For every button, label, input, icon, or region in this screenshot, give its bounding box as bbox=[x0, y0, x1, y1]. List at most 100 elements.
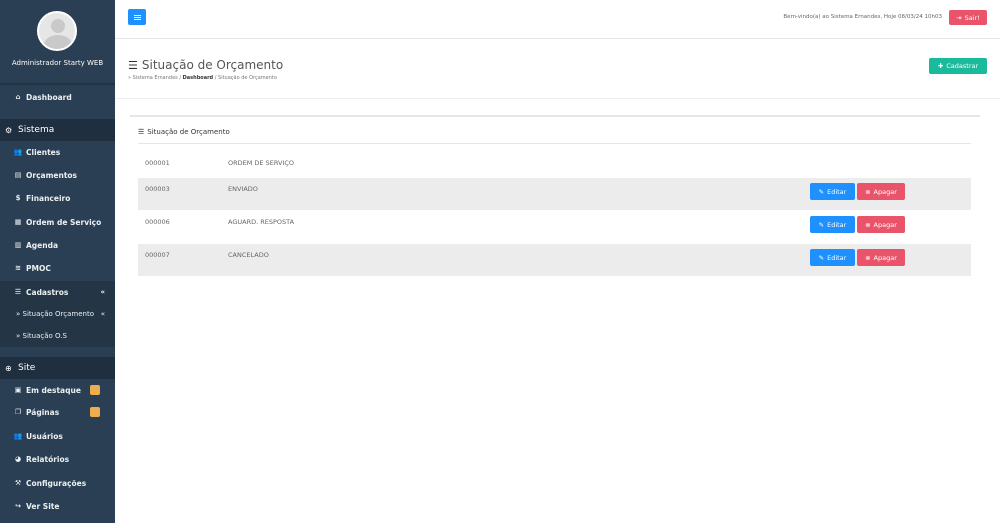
delete-label: Apagar bbox=[873, 253, 897, 262]
row-id: 000003 bbox=[145, 185, 170, 193]
sidebar-item-agenda[interactable]: ▥ Agenda bbox=[0, 234, 115, 256]
sidebar-item-label: Orçamentos bbox=[26, 170, 78, 180]
users-icon: 👥 bbox=[13, 148, 23, 156]
edit-label: Editar bbox=[827, 220, 847, 229]
sidebar-item-label: Cadastros bbox=[26, 287, 69, 297]
delete-label: Apagar bbox=[873, 187, 897, 196]
count-badge bbox=[90, 385, 100, 395]
sidebar-item-pmoc[interactable]: ≋ PMOC bbox=[0, 257, 115, 279]
sidebar-item-cadastros[interactable]: ☰ Cadastros « bbox=[0, 281, 115, 303]
plus-icon: ✚ bbox=[937, 62, 944, 70]
section-site: ⊕ Site bbox=[0, 357, 115, 379]
sidebar-item-label: Financeiro bbox=[26, 193, 71, 203]
pages-icon: ❐ bbox=[14, 408, 22, 416]
profile-name: Administrador Starty WEB bbox=[11, 59, 104, 67]
row-name: CANCELADO bbox=[228, 251, 269, 259]
delete-button[interactable]: ⊗ Apagar bbox=[857, 183, 905, 200]
welcome-text: Bem-vindo(a) ao Sistema Ernandes, Hoje 0… bbox=[783, 14, 942, 20]
chevron-left-icon: « bbox=[100, 310, 105, 318]
sidebar: Administrador Starty WEB ⌂ Dashboard ⚙ S… bbox=[0, 0, 115, 523]
avatar[interactable] bbox=[37, 11, 77, 51]
list-icon: ☰ bbox=[138, 128, 145, 136]
wrench-icon: ⚒ bbox=[14, 479, 22, 487]
logout-icon: ⇥ bbox=[956, 13, 962, 22]
row-id: 000007 bbox=[145, 251, 170, 259]
sidebar-item-label: Usuários bbox=[26, 431, 63, 441]
top-bar: Bem-vindo(a) ao Sistema Ernandes, Hoje 0… bbox=[115, 0, 1000, 39]
money-icon: $ bbox=[15, 194, 21, 202]
section-label: Sistema bbox=[18, 125, 55, 135]
sidebar-item-label: Relatórios bbox=[26, 454, 70, 464]
breadcrumb-current: Situação de Orçamento bbox=[218, 75, 277, 81]
hamburger-icon bbox=[133, 14, 141, 20]
edit-label: Editar bbox=[827, 253, 847, 262]
row-name: AGUARD. RESPOSTA bbox=[228, 218, 295, 226]
delete-button[interactable]: ⊗ Apagar bbox=[857, 249, 905, 266]
row-name: ENVIADO bbox=[228, 185, 258, 193]
pencil-icon: ✎ bbox=[818, 187, 825, 196]
calendar-icon: ▥ bbox=[14, 241, 22, 249]
breadcrumb: » Sistema Ernandes / Dashboard / Situaçã… bbox=[128, 75, 277, 81]
page-title: ☰ Situação de Orçamento bbox=[128, 58, 283, 72]
list-icon: ☰ bbox=[14, 288, 22, 296]
edit-button[interactable]: ✎ Editar bbox=[810, 216, 855, 233]
sidebar-item-label: Ordem de Serviço bbox=[26, 217, 102, 227]
image-icon: ▣ bbox=[14, 386, 22, 394]
sidebar-item-label: PMOC bbox=[26, 263, 51, 273]
delete-label: Apagar bbox=[873, 220, 897, 229]
edit-button[interactable]: ✎ Editar bbox=[810, 249, 855, 266]
sidebar-item-ver-site[interactable]: ↪ Ver Site bbox=[0, 495, 115, 517]
add-button[interactable]: ✚ Cadastrar bbox=[929, 58, 987, 74]
delete-button[interactable]: ⊗ Apagar bbox=[857, 216, 905, 233]
count-badge bbox=[90, 407, 100, 417]
sidebar-item-clientes[interactable]: 👥 Clientes bbox=[0, 141, 115, 163]
table-row: 000006 AGUARD. RESPOSTA ✎ Editar ⊗ Apaga… bbox=[138, 211, 971, 243]
sidebar-divider bbox=[0, 83, 115, 85]
sidebar-item-label: Configurações bbox=[26, 478, 87, 488]
breadcrumb-root[interactable]: » Sistema Ernandes bbox=[128, 75, 178, 81]
pie-chart-icon: ◕ bbox=[14, 455, 22, 463]
sidebar-item-financeiro[interactable]: $ Financeiro bbox=[0, 187, 115, 209]
logout-button[interactable]: ⇥ Sair! bbox=[949, 10, 987, 25]
sidebar-item-ordem-servico[interactable]: ▦ Ordem de Serviço bbox=[0, 211, 115, 233]
situacao-panel: ☰ Situação de Orçamento 000001 ORDEM DE … bbox=[130, 115, 980, 285]
edit-button[interactable]: ✎ Editar bbox=[810, 183, 855, 200]
sidebar-item-label: Páginas bbox=[26, 407, 60, 417]
sidebar-subitem-label: » Situação Orçamento bbox=[16, 310, 94, 318]
pencil-icon: ✎ bbox=[818, 253, 825, 262]
sidebar-item-relatorios[interactable]: ◕ Relatórios bbox=[0, 448, 115, 470]
sidebar-item-dashboard[interactable]: ⌂ Dashboard bbox=[0, 86, 115, 108]
doc-icon: ▦ bbox=[14, 218, 22, 226]
logout-label: Sair! bbox=[964, 13, 980, 22]
sidebar-item-label: Agenda bbox=[26, 240, 59, 250]
panel-title-text: Situação de Orçamento bbox=[147, 128, 230, 136]
row-id: 000006 bbox=[145, 218, 170, 226]
sidebar-item-usuarios[interactable]: 👥 Usuários bbox=[0, 425, 115, 447]
sidebar-item-label: Em destaque bbox=[26, 385, 81, 395]
profile: Administrador Starty WEB bbox=[0, 0, 115, 82]
row-name: ORDEM DE SERVIÇO bbox=[228, 159, 295, 167]
gear-icon: ⚙ bbox=[5, 125, 13, 135]
panel-divider bbox=[138, 143, 971, 144]
table-row: 000003 ENVIADO ✎ Editar ⊗ Apagar bbox=[138, 178, 971, 210]
list-icon: ☰ bbox=[128, 58, 138, 72]
panel-title: ☰ Situação de Orçamento bbox=[138, 128, 230, 136]
sidebar-item-em-destaque[interactable]: ▣ Em destaque bbox=[0, 379, 115, 401]
chevron-left-icon: « bbox=[100, 288, 105, 296]
share-icon: ↪ bbox=[15, 502, 21, 510]
sidebar-item-paginas[interactable]: ❐ Páginas bbox=[0, 401, 115, 423]
sidebar-item-label: Ver Site bbox=[26, 501, 60, 511]
sidebar-item-orcamentos[interactable]: ▤ Orçamentos bbox=[0, 164, 115, 186]
close-circle-icon: ⊗ bbox=[865, 220, 871, 229]
wind-icon: ≋ bbox=[15, 264, 21, 272]
users-icon: 👥 bbox=[13, 432, 23, 440]
sidebar-subitem-situacao-orcamento[interactable]: » Situação Orçamento « bbox=[0, 303, 115, 325]
sidebar-subitem-label: » Situação O.S bbox=[16, 332, 67, 340]
table-row: 000007 CANCELADO ✎ Editar ⊗ Apagar bbox=[138, 244, 971, 276]
breadcrumb-dashboard[interactable]: Dashboard bbox=[183, 75, 214, 81]
page-title-text: Situação de Orçamento bbox=[141, 58, 284, 72]
sidebar-subitem-situacao-os[interactable]: » Situação O.S bbox=[0, 325, 115, 347]
menu-toggle-button[interactable] bbox=[128, 9, 146, 25]
sidebar-item-configuracoes[interactable]: ⚒ Configurações bbox=[0, 472, 115, 494]
sidebar-item-label: Clientes bbox=[26, 147, 61, 157]
